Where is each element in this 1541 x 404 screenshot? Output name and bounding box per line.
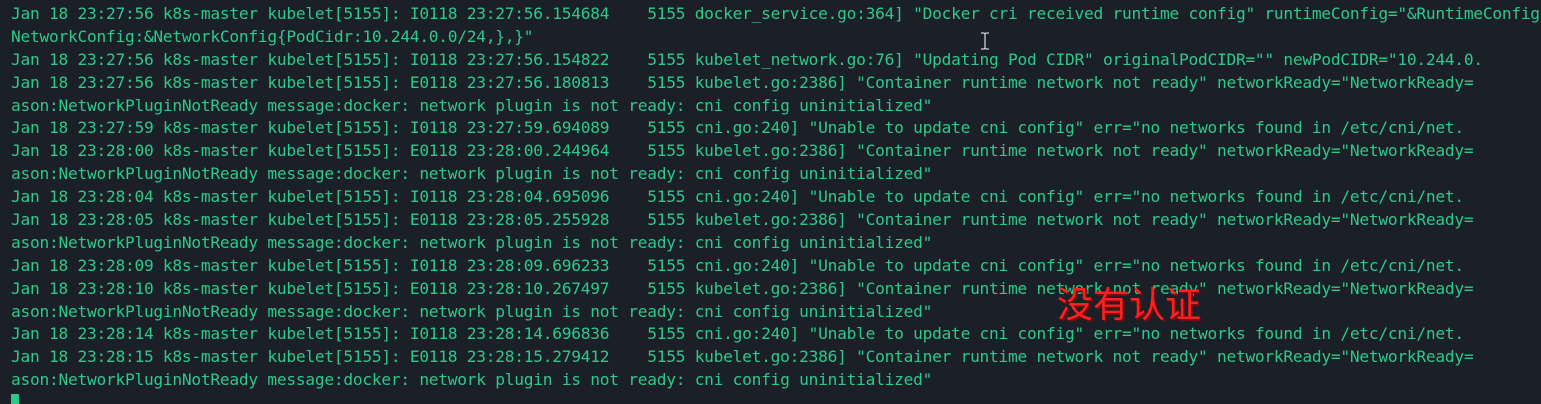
log-line: Jan 18 23:28:14 k8s-master kubelet[5155]… xyxy=(11,324,1464,344)
log-line: ason:NetworkPluginNotReady message:docke… xyxy=(11,232,933,252)
terminal-output: Jan 18 23:27:56 k8s-master kubelet[5155]… xyxy=(11,3,1541,392)
log-line: ason:NetworkPluginNotReady message:docke… xyxy=(11,95,933,115)
log-line: Jan 18 23:28:15 k8s-master kubelet[5155]… xyxy=(11,347,1474,367)
log-line: Jan 18 23:27:56 k8s-master kubelet[5155]… xyxy=(11,4,1541,23)
log-line: Jan 18 23:27:56 k8s-master kubelet[5155]… xyxy=(11,49,1483,69)
log-line: NetworkConfig:&NetworkConfig{PodCidr:10.… xyxy=(11,26,534,46)
log-line: ason:NetworkPluginNotReady message:docke… xyxy=(11,370,933,390)
log-line: Jan 18 23:28:09 k8s-master kubelet[5155]… xyxy=(11,255,1464,275)
annotation-label: 没有认证 xyxy=(1057,285,1202,326)
log-line: Jan 18 23:28:05 k8s-master kubelet[5155]… xyxy=(11,210,1474,230)
text-ibeam-icon xyxy=(978,32,992,50)
terminal-cursor xyxy=(11,394,19,404)
terminal-window[interactable]: Jan 18 23:27:56 k8s-master kubelet[5155]… xyxy=(0,0,1541,404)
log-line: Jan 18 23:27:56 k8s-master kubelet[5155]… xyxy=(11,72,1474,92)
log-line: ason:NetworkPluginNotReady message:docke… xyxy=(11,301,933,321)
log-line: Jan 18 23:28:10 k8s-master kubelet[5155]… xyxy=(11,278,1474,298)
log-line: Jan 18 23:27:59 k8s-master kubelet[5155]… xyxy=(11,118,1464,138)
log-line: Jan 18 23:28:00 k8s-master kubelet[5155]… xyxy=(11,141,1474,161)
log-line: Jan 18 23:28:04 k8s-master kubelet[5155]… xyxy=(11,187,1464,207)
log-line: ason:NetworkPluginNotReady message:docke… xyxy=(11,164,933,184)
